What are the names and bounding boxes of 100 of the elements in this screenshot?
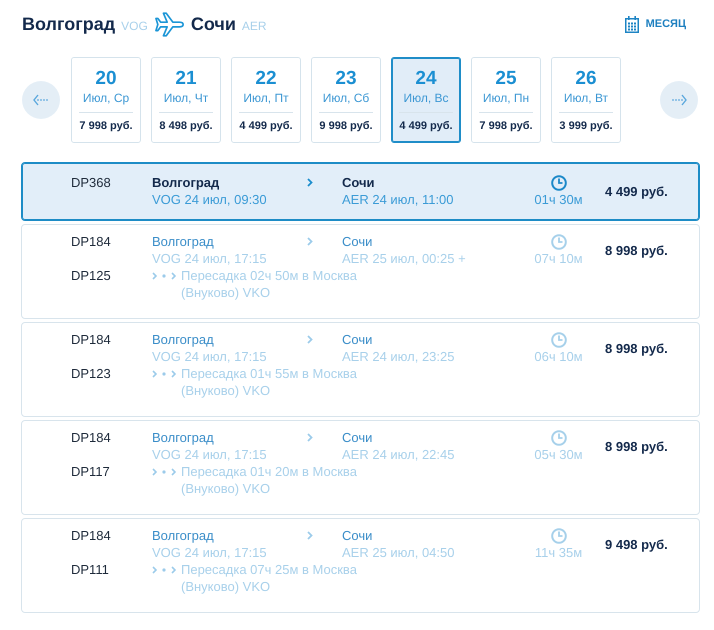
duration-label: 06ч 10м bbox=[534, 348, 583, 365]
arrival-city: Сочи bbox=[342, 429, 372, 446]
day-label: Июл, Пт bbox=[243, 91, 289, 106]
date-tab[interactable]: 22 Июл, Пт 4 499 руб. bbox=[231, 57, 301, 143]
day-number: 21 bbox=[175, 68, 197, 90]
flight-number: DP125 bbox=[71, 267, 112, 284]
dotted-left-arrow-icon bbox=[33, 94, 49, 106]
departure-city: Волгоград bbox=[152, 429, 214, 446]
departure-time: VOG 24 июл, 17:15 bbox=[152, 544, 267, 561]
destination-code: AER bbox=[242, 18, 267, 34]
flight-number: DP117 bbox=[71, 463, 111, 480]
date-tab[interactable]: 21 Июл, Чт 8 498 руб. bbox=[151, 57, 221, 143]
flight-number: DP111 bbox=[71, 561, 110, 578]
clock-icon bbox=[550, 332, 566, 348]
day-price: 9 998 руб. bbox=[319, 119, 373, 133]
day-number: 22 bbox=[255, 68, 277, 90]
flight-card[interactable]: DP184 Волгоград Сочи 8 998 руб. VOG 24 июл, 17:15 AER 24 июл, 22:45 05ч 30м DP117 Пересадка 01ч 20м в Москва (Внуково) VKO bbox=[21, 420, 700, 515]
day-number: 23 bbox=[335, 68, 357, 90]
arrival-city: Сочи bbox=[342, 174, 375, 191]
departure-city: Волгоград bbox=[152, 174, 220, 191]
departure-time: VOG 24 июл, 17:15 bbox=[152, 446, 267, 463]
transfer-info: Пересадка 01ч 55м в Москва (Внуково) VKO bbox=[181, 365, 358, 399]
flight-card[interactable]: DP184 Волгоград Сочи 9 498 руб. VOG 24 июл, 17:15 AER 25 июл, 04:50 11ч 35м DP111 Пересадка 07ч 25м в Москва (Внуково) VKO bbox=[21, 518, 700, 613]
duration-label: 11ч 35м bbox=[534, 544, 582, 561]
arrival-time: AER 24 июл, 11:00 bbox=[342, 191, 454, 208]
day-price: 7 998 руб. bbox=[479, 119, 533, 133]
flight-number: DP368 bbox=[71, 174, 112, 191]
flight-card[interactable]: DP184 Волгоград Сочи 8 998 руб. VOG 24 июл, 17:15 AER 25 июл, 00:25 + 07ч 10м DP125 Пересадка 02ч 50м в Москва (Внуково) VKO bbox=[21, 224, 700, 319]
destination-city: Сочи bbox=[190, 13, 236, 36]
day-number: 20 bbox=[95, 68, 117, 90]
chevron-right-icon bbox=[307, 335, 313, 344]
day-label: Июл, Вт bbox=[564, 91, 608, 106]
date-tab[interactable]: 26 Июл, Вт 3 999 руб. bbox=[551, 57, 621, 143]
clock-icon bbox=[550, 430, 566, 446]
day-price: 7 998 руб. bbox=[79, 119, 133, 133]
price-label: 8 998 руб. bbox=[605, 340, 668, 356]
flight-number: DP184 bbox=[71, 429, 112, 446]
arrival-time: AER 24 июл, 23:25 bbox=[342, 348, 454, 365]
day-price: 4 499 руб. bbox=[399, 119, 453, 133]
departure-city: Волгоград bbox=[152, 331, 214, 348]
departure-time: VOG 24 июл, 17:15 bbox=[152, 250, 267, 267]
plane-icon bbox=[154, 12, 185, 36]
arrival-city: Сочи bbox=[342, 331, 372, 348]
price-label: 8 998 руб. bbox=[605, 438, 668, 454]
flight-number: DP123 bbox=[71, 365, 112, 382]
flight-number: DP184 bbox=[71, 233, 112, 250]
duration-label: 07ч 10м bbox=[534, 250, 583, 267]
day-label: Июл, Ср bbox=[82, 91, 130, 106]
transfer-info: Пересадка 07ч 25м в Москва (Внуково) VKO bbox=[181, 561, 358, 595]
next-dates-button[interactable] bbox=[660, 81, 698, 119]
transfer-info: Пересадка 02ч 50м в Москва (Внуково) VKO bbox=[181, 267, 358, 301]
departure-time: VOG 24 июл, 17:15 bbox=[152, 348, 267, 365]
day-price: 8 498 руб. bbox=[159, 119, 213, 133]
flight-number: DP184 bbox=[71, 331, 112, 348]
date-tab[interactable]: 20 Июл, Ср 7 998 руб. bbox=[71, 57, 141, 143]
date-tab[interactable]: 24 Июл, Вс 4 499 руб. bbox=[391, 57, 461, 143]
departure-city: Волгоград bbox=[152, 233, 214, 250]
price-label: 4 499 руб. bbox=[605, 182, 668, 200]
date-tab[interactable]: 25 Июл, Пн 7 998 руб. bbox=[471, 57, 541, 143]
previous-dates-button[interactable] bbox=[22, 81, 60, 119]
chevron-right-icon bbox=[307, 178, 313, 187]
clock-icon bbox=[550, 528, 566, 544]
duration-label: 01ч 30м bbox=[534, 191, 583, 208]
flight-card[interactable]: DP368 Волгоград Сочи 4 499 руб. VOG 24 июл, 09:30 AER 24 июл, 11:00 01ч 30м bbox=[21, 162, 700, 221]
arrival-time: AER 24 июл, 22:45 bbox=[342, 446, 454, 463]
calendar-icon bbox=[624, 16, 639, 32]
chevron-right-icon bbox=[307, 237, 313, 246]
departure-city: Волгоград bbox=[152, 527, 214, 544]
clock-icon bbox=[550, 234, 566, 250]
day-price: 3 999 руб. bbox=[559, 119, 613, 133]
day-price: 4 499 руб. bbox=[239, 119, 293, 133]
origin-code: VOG bbox=[121, 18, 148, 34]
duration-label: 05ч 30м bbox=[534, 446, 583, 463]
price-label: 9 498 руб. bbox=[605, 536, 668, 552]
transfer-icon bbox=[152, 271, 176, 281]
flight-number: DP184 bbox=[71, 527, 112, 544]
day-number: 25 bbox=[495, 68, 517, 90]
day-label: Июл, Сб bbox=[322, 91, 370, 106]
flight-card[interactable]: DP184 Волгоград Сочи 8 998 руб. VOG 24 июл, 17:15 AER 24 июл, 23:25 06ч 10м DP123 Пересадка 01ч 55м в Москва (Внуково) VKO bbox=[21, 322, 700, 417]
day-number: 24 bbox=[415, 68, 437, 90]
clock-icon bbox=[550, 174, 566, 190]
arrival-city: Сочи bbox=[342, 527, 372, 544]
dotted-right-arrow-icon bbox=[671, 94, 687, 106]
chevron-right-icon bbox=[307, 531, 313, 540]
transfer-icon bbox=[152, 467, 176, 477]
arrival-city: Сочи bbox=[342, 233, 372, 250]
chevron-right-icon bbox=[307, 433, 313, 442]
day-label: Июл, Чт bbox=[164, 91, 208, 106]
transfer-info: Пересадка 01ч 20м в Москва (Внуково) VKO bbox=[181, 463, 358, 497]
transfer-icon bbox=[152, 565, 176, 575]
arrival-time: AER 25 июл, 00:25 + bbox=[342, 250, 466, 267]
transfer-icon bbox=[152, 369, 176, 379]
price-label: 8 998 руб. bbox=[605, 242, 668, 258]
day-label: Июл, Вс bbox=[403, 91, 449, 106]
origin-city: Волгоград bbox=[22, 13, 116, 36]
date-tab[interactable]: 23 Июл, Сб 9 998 руб. bbox=[311, 57, 381, 143]
departure-time: VOG 24 июл, 09:30 bbox=[152, 191, 267, 208]
arrival-time: AER 25 июл, 04:50 bbox=[342, 544, 454, 561]
day-number: 26 bbox=[575, 68, 597, 90]
month-button[interactable]: МЕСЯЦ bbox=[624, 16, 686, 32]
